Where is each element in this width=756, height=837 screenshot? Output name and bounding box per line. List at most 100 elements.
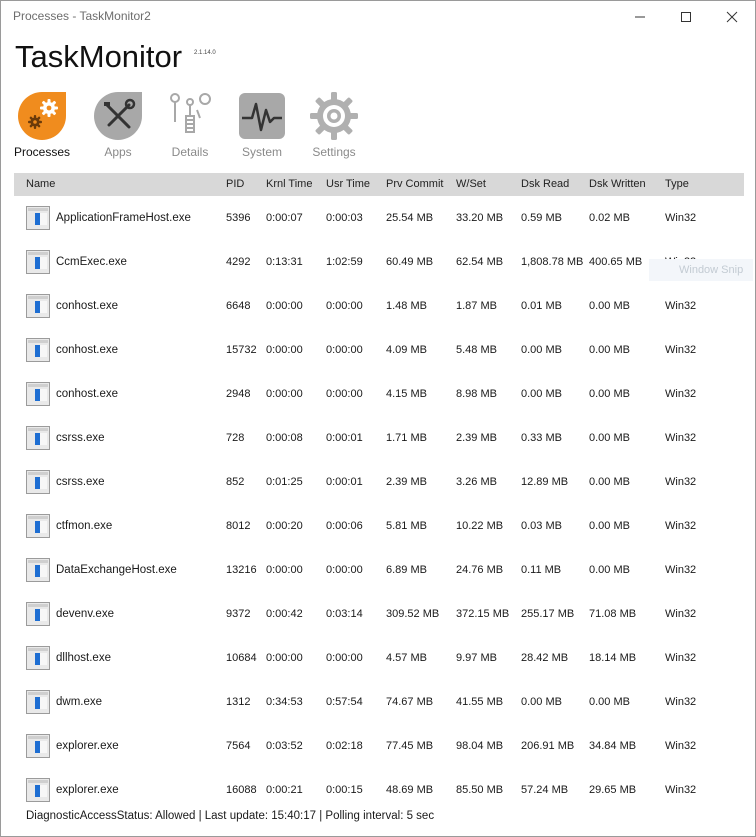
title-bar[interactable]: Processes - TaskMonitor2	[1, 1, 755, 33]
process-pid: 7564	[226, 740, 251, 752]
process-pid: 16088	[226, 784, 257, 796]
table-row[interactable]: devenv.exe 9372 0:00:42 0:03:14 309.52 MB 372…	[1, 592, 755, 636]
table-row[interactable]: dllhost.exe 10684 0:00:00 0:00:00 4.57 MB 9.9…	[1, 636, 755, 680]
table-row[interactable]: explorer.exe 16088 0:00:21 0:00:15 48.69 MB 8…	[1, 768, 755, 806]
process-prv-commit: 77.45 MB	[386, 740, 434, 752]
table-row[interactable]: explorer.exe 7564 0:03:52 0:02:18 77.45 MB 98…	[1, 724, 755, 768]
process-window-icon	[26, 558, 50, 582]
column-header-type[interactable]: Type	[665, 178, 689, 190]
process-prv-commit: 4.09 MB	[386, 344, 427, 356]
table-row[interactable]: conhost.exe 15732 0:00:00 0:00:00 4.09 MB 5.4…	[1, 328, 755, 372]
process-dsk-read: 0.00 MB	[521, 388, 562, 400]
process-krnl-time: 0:00:20	[266, 520, 303, 532]
table-row[interactable]: ApplicationFrameHost.exe 5396 0:00:07 0:00:…	[1, 196, 755, 240]
process-krnl-time: 0:00:21	[266, 784, 303, 796]
process-dsk-written: 0.00 MB	[589, 520, 630, 532]
process-dsk-written: 400.65 MB	[589, 256, 643, 268]
process-dsk-written: 0.00 MB	[589, 696, 630, 708]
process-type: Win32	[665, 432, 697, 444]
process-dsk-read: 0.01 MB	[521, 300, 562, 312]
process-dsk-read: 0.00 MB	[521, 344, 562, 356]
process-wset: 24.76 MB	[456, 564, 504, 576]
process-dsk-written: 0.00 MB	[589, 432, 630, 444]
maximize-button[interactable]	[663, 1, 709, 33]
process-krnl-time: 0:00:42	[266, 608, 303, 620]
nav-apps[interactable]: Apps	[85, 92, 151, 164]
process-type: Win32	[665, 212, 697, 224]
process-pid: 15732	[226, 344, 257, 356]
process-prv-commit: 2.39 MB	[386, 476, 427, 488]
process-wset: 10.22 MB	[456, 520, 504, 532]
table-row[interactable]: ctfmon.exe 8012 0:00:20 0:00:06 5.81 MB 10.22…	[1, 504, 755, 548]
process-window-icon	[26, 734, 50, 758]
process-wset: 9.97 MB	[456, 652, 497, 664]
window-title: Processes - TaskMonitor2	[13, 9, 151, 23]
process-krnl-time: 0:00:07	[266, 212, 303, 224]
settings-gear-icon	[310, 92, 358, 140]
processes-gear-icon	[18, 92, 66, 140]
maximize-icon	[681, 12, 691, 22]
table-row[interactable]: dwm.exe 1312 0:34:53 0:57:54 74.67 MB 41.55 M…	[1, 680, 755, 724]
process-krnl-time: 0:34:53	[266, 696, 303, 708]
process-wset: 62.54 MB	[456, 256, 504, 268]
column-header-name[interactable]: Name	[26, 178, 55, 190]
table-row[interactable]: DataExchangeHost.exe 13216 0:00:00 0:00:00 6…	[1, 548, 755, 592]
process-window-icon	[26, 514, 50, 538]
process-window-icon	[26, 778, 50, 802]
process-wset: 98.04 MB	[456, 740, 504, 752]
column-header-krnl-time[interactable]: Krnl Time	[266, 178, 312, 190]
process-dsk-read: 1,808.78 MB	[521, 256, 584, 268]
process-pid: 5396	[226, 212, 251, 224]
process-dsk-read: 12.89 MB	[521, 476, 569, 488]
process-usr-time: 0:00:00	[326, 300, 363, 312]
process-name: devenv.exe	[56, 608, 114, 620]
process-dsk-written: 0.00 MB	[589, 388, 630, 400]
process-prv-commit: 48.69 MB	[386, 784, 434, 796]
table-row[interactable]: conhost.exe 6648 0:00:00 0:00:00 1.48 MB 1.87…	[1, 284, 755, 328]
process-prv-commit: 5.81 MB	[386, 520, 427, 532]
process-name: csrss.exe	[56, 432, 105, 444]
process-window-icon	[26, 250, 50, 274]
column-header-dsk-read[interactable]: Dsk Read	[521, 178, 569, 190]
process-pid: 852	[226, 476, 245, 488]
process-krnl-time: 0:00:00	[266, 344, 303, 356]
process-krnl-time: 0:00:00	[266, 652, 303, 664]
process-window-icon	[26, 602, 50, 626]
process-type: Win32	[665, 344, 697, 356]
app-window: Processes - TaskMonitor2 TaskMonitor 2.1…	[0, 0, 756, 837]
process-table-body: ApplicationFrameHost.exe 5396 0:00:07 0:00:…	[1, 196, 755, 806]
process-usr-time: 0:00:15	[326, 784, 363, 796]
column-header-prv-commit[interactable]: Prv Commit	[386, 178, 443, 190]
process-dsk-read: 57.24 MB	[521, 784, 569, 796]
process-window-icon	[26, 294, 50, 318]
process-dsk-read: 28.42 MB	[521, 652, 569, 664]
column-header-pid[interactable]: PID	[226, 178, 244, 190]
column-header-usr-time[interactable]: Usr Time	[326, 178, 370, 190]
app-title: TaskMonitor	[15, 39, 183, 74]
process-window-icon	[26, 206, 50, 230]
process-pid: 13216	[226, 564, 257, 576]
process-window-icon	[26, 426, 50, 450]
nav-settings[interactable]: Settings	[301, 92, 367, 164]
process-dsk-written: 18.14 MB	[589, 652, 637, 664]
process-type: Win32	[665, 564, 697, 576]
nav-system[interactable]: System	[229, 92, 295, 164]
process-dsk-written: 0.00 MB	[589, 344, 630, 356]
nav-processes[interactable]: Processes	[9, 92, 75, 164]
close-button[interactable]	[709, 1, 755, 33]
table-row[interactable]: csrss.exe 852 0:01:25 0:00:01 2.39 MB 3.26 MB…	[1, 460, 755, 504]
minimize-button[interactable]	[617, 1, 663, 33]
process-type: Win32	[665, 696, 697, 708]
table-row[interactable]: csrss.exe 728 0:00:08 0:00:01 1.71 MB 2.39 MB…	[1, 416, 755, 460]
process-usr-time: 1:02:59	[326, 256, 363, 268]
table-row[interactable]: CcmExec.exe 4292 0:13:31 1:02:59 60.49 MB 62.…	[1, 240, 755, 284]
process-dsk-read: 0.11 MB	[521, 564, 562, 576]
table-row[interactable]: conhost.exe 2948 0:00:00 0:00:00 4.15 MB 8.98…	[1, 372, 755, 416]
nav-details[interactable]: Details	[157, 92, 223, 164]
process-dsk-written: 0.00 MB	[589, 300, 630, 312]
process-dsk-read: 0.00 MB	[521, 696, 562, 708]
process-name: explorer.exe	[56, 740, 119, 752]
process-prv-commit: 25.54 MB	[386, 212, 434, 224]
column-header-wset[interactable]: W/Set	[456, 178, 486, 190]
column-header-dsk-written[interactable]: Dsk Written	[589, 178, 646, 190]
